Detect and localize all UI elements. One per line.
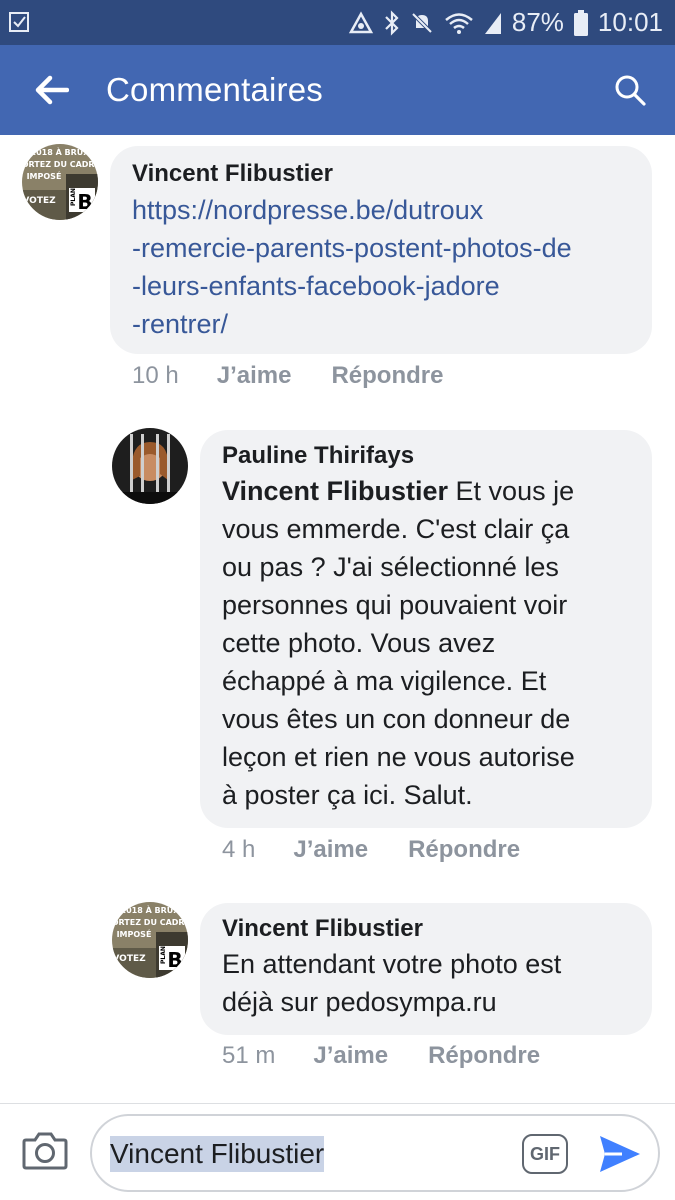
comment-meta: 51 m J’aime Répondre	[222, 1042, 580, 1070]
comment-mention[interactable]: Vincent Flibustier	[222, 476, 448, 506]
status-bar: 87% 10:01	[0, 0, 675, 45]
mute-icon	[411, 12, 433, 33]
comment-time: 4 h	[222, 836, 256, 863]
search-icon	[615, 75, 646, 106]
status-icons: 87% 10:01	[348, 0, 663, 45]
like-button[interactable]: J’aime	[313, 1042, 388, 1070]
avatar-poster-text: VOTEZ	[22, 196, 56, 206]
comment-author[interactable]: Vincent Flibustier	[222, 915, 630, 943]
comment-text-line: En attendant votre photo est	[222, 949, 562, 979]
comment-text-line: déjà sur pedosympa.ru	[222, 987, 497, 1017]
avatar-poster-text: B	[77, 190, 92, 214]
comment-link[interactable]: -remercie-parents-postent-photos-de	[132, 229, 630, 267]
app-bar: Commentaires	[0, 45, 675, 135]
bluetooth-icon	[385, 9, 399, 36]
avatar-poster-text: PLAN	[70, 188, 77, 206]
reply-button[interactable]: Répondre	[408, 836, 520, 864]
comment-text-line: ou pas ? J'ai sélectionné les	[222, 552, 559, 582]
comment-text-line: personnes qui pouvaient voir	[222, 590, 568, 620]
avatar-poster-image: 2018 À BRUX SORTEZ DU CADRE IMPOSÉ VOTEZ…	[112, 902, 188, 978]
battery-icon	[573, 9, 588, 36]
comment-input[interactable]: Vincent Flibustier GIF	[90, 1114, 660, 1192]
reply-button[interactable]: Répondre	[428, 1042, 540, 1070]
comment-input-text[interactable]: Vincent Flibustier	[110, 1136, 325, 1172]
comment-composer: Vincent Flibustier GIF	[0, 1103, 675, 1200]
like-button[interactable]: J’aime	[217, 362, 292, 390]
comment-text-line: vous êtes un con donneur de	[222, 704, 571, 734]
signal-icon	[484, 12, 501, 34]
battery-percent: 87%	[511, 7, 564, 37]
avatar-poster-text: IMPOSÉ	[117, 928, 152, 939]
comment-text-line: vous emmerde. C'est clair ça	[222, 514, 570, 544]
comment-meta: 10 h J’aime Répondre	[132, 362, 483, 390]
comment-author[interactable]: Vincent Flibustier	[132, 160, 630, 188]
wifi-icon	[445, 12, 473, 34]
avatar-poster-image: 2018 À BRUX SORTEZ DU CADRE IMPOSÉ VOTEZ…	[22, 144, 98, 220]
sync-icon	[348, 10, 373, 33]
comment-text-line: à poster ça ici. Salut.	[222, 780, 473, 810]
avatar[interactable]: 2018 À BRUX SORTEZ DU CADRE IMPOSÉ VOTEZ…	[112, 902, 188, 978]
reply-button[interactable]: Répondre	[331, 362, 443, 390]
search-button[interactable]	[607, 67, 653, 113]
comment-author[interactable]: Pauline Thirifays	[222, 442, 630, 470]
avatar-poster-text: VOTEZ	[112, 954, 146, 964]
comment-link[interactable]: -leurs-enfants-facebook-jadore	[132, 267, 630, 305]
comment-meta: 4 h J’aime Répondre	[222, 836, 560, 864]
avatar-poster-text: SORTEZ DU CADRE	[22, 160, 98, 169]
avatar-poster-text: 2018 À BRUX	[31, 146, 91, 157]
gif-label: GIF	[530, 1143, 560, 1164]
arrow-left-icon	[35, 75, 69, 105]
page-title: Commentaires	[106, 71, 323, 108]
avatar-poster-text: 2018 À BRUX	[121, 904, 181, 915]
comment-text-line: cette photo. Vous avez	[222, 628, 496, 658]
avatar-poster-text: PLAN	[160, 946, 167, 964]
comment-text-line: leçon et rien ne vous autorise	[222, 742, 575, 772]
avatar-photo-image	[112, 428, 188, 504]
camera-button[interactable]	[22, 1130, 68, 1174]
comment-link[interactable]: https://nordpresse.be/dutroux	[132, 191, 630, 229]
comment-bubble: Pauline Thirifays Vincent Flibustier Et …	[200, 430, 652, 828]
send-button[interactable]	[596, 1130, 644, 1178]
comment-text-line: échappé à ma vigilence. Et	[222, 666, 547, 696]
avatar-poster-text: IMPOSÉ	[27, 170, 62, 181]
avatar-poster-text: SORTEZ DU CADRE	[112, 918, 188, 927]
comment-link[interactable]: -rentrer/	[132, 305, 630, 343]
camera-icon	[22, 1132, 68, 1170]
comment-text-line: Et vous je	[448, 476, 575, 506]
comment-time: 51 m	[222, 1042, 276, 1069]
send-icon	[600, 1136, 640, 1172]
clock: 10:01	[597, 7, 663, 37]
comment-bubble: Vincent Flibustier En attendant votre ph…	[200, 903, 652, 1035]
like-button[interactable]: J’aime	[293, 836, 368, 864]
back-button[interactable]	[22, 67, 82, 113]
gif-button[interactable]: GIF	[522, 1134, 568, 1174]
comment-time: 10 h	[132, 362, 179, 389]
comment-bubble: Vincent Flibustier https://nordpresse.be…	[110, 146, 652, 354]
avatar[interactable]	[112, 428, 188, 504]
task-check-icon	[9, 12, 29, 32]
comment-text: Vincent Flibustier Et vous je	[222, 472, 630, 510]
avatar-poster-text: B	[167, 948, 182, 972]
avatar[interactable]: 2018 À BRUX SORTEZ DU CADRE IMPOSÉ VOTEZ…	[22, 144, 98, 220]
